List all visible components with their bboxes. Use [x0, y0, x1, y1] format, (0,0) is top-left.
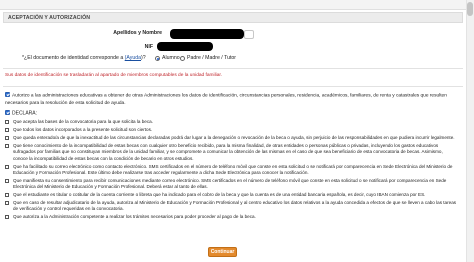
declara-row: DECLARA: — [5, 110, 37, 117]
radio-padre-label: Padre / Madre / Tutor — [187, 55, 237, 61]
declaration-item: Que manifiesta su consentimiento para re… — [5, 178, 457, 191]
bullet-icon — [5, 135, 9, 140]
bullet-icon — [5, 193, 9, 198]
authorization-text: Autorizo a las administraciones educativ… — [5, 93, 447, 106]
bullet-icon — [5, 120, 9, 124]
name-field-extra[interactable] — [244, 30, 254, 39]
section-header: ACEPTACIÓN Y AUTORIZACIÓN — [3, 12, 463, 23]
authorization-checkbox[interactable] — [5, 92, 10, 97]
declaration-item: Que todos los datos incorporados a la pr… — [5, 127, 457, 133]
radio-padre-dot[interactable] — [180, 55, 185, 61]
bullet-icon — [5, 215, 9, 220]
radio-alumno-label: Alumno — [162, 55, 180, 61]
identification-notice: Sus datos de identificación se trasladar… — [5, 73, 223, 78]
bullet-icon — [5, 143, 9, 148]
authorization-block: Autorizo a las administraciones educativ… — [5, 92, 460, 107]
declaration-item: Que tiene conocimiento de la incompatibi… — [5, 143, 457, 162]
nif-label: NIF — [144, 44, 153, 50]
help-link[interactable]: (Ayuda — [125, 55, 141, 61]
continue-button[interactable]: Continuar — [208, 247, 237, 257]
declaration-item: Que acepta las bases de la convocatoria … — [5, 119, 457, 125]
name-label: Apellidos y Nombre — [113, 30, 162, 36]
declaration-item: Que ha facilitado su correo electrónico … — [5, 164, 457, 177]
declaration-item: Que queda enterado/a de que la inexactit… — [5, 135, 457, 141]
declaration-item: Que el estudiante es titular o cotitular… — [5, 192, 457, 198]
scroll-thumb[interactable] — [467, 2, 473, 16]
nif-value-redacted — [157, 42, 213, 51]
declaration-item: Que en caso de resultar adjudicatario de… — [5, 200, 457, 213]
scrollbar[interactable] — [466, 0, 474, 262]
question-prefix: *¿El documento de identidad corresponde … — [22, 55, 125, 61]
declara-checkbox[interactable] — [5, 110, 10, 115]
radio-alumno[interactable]: Alumno — [155, 55, 180, 61]
declaration-item: Que autoriza a la Administración compete… — [5, 214, 457, 220]
declarations-list: Que acepta las bases de la convocatoria … — [5, 119, 457, 222]
bullet-icon — [5, 201, 9, 206]
radio-alumno-dot[interactable] — [155, 55, 160, 61]
radio-padre-madre-tutor[interactable]: Padre / Madre / Tutor — [180, 55, 236, 61]
divider-2 — [3, 86, 463, 87]
bullet-icon — [5, 127, 9, 132]
declara-label: DECLARA: — [12, 110, 38, 117]
question-suffix: )? — [141, 55, 146, 61]
top-strip — [0, 0, 474, 10]
bullet-icon — [5, 164, 9, 169]
bullet-icon — [5, 178, 9, 183]
divider-1 — [3, 68, 463, 69]
name-value-redacted — [170, 29, 244, 39]
